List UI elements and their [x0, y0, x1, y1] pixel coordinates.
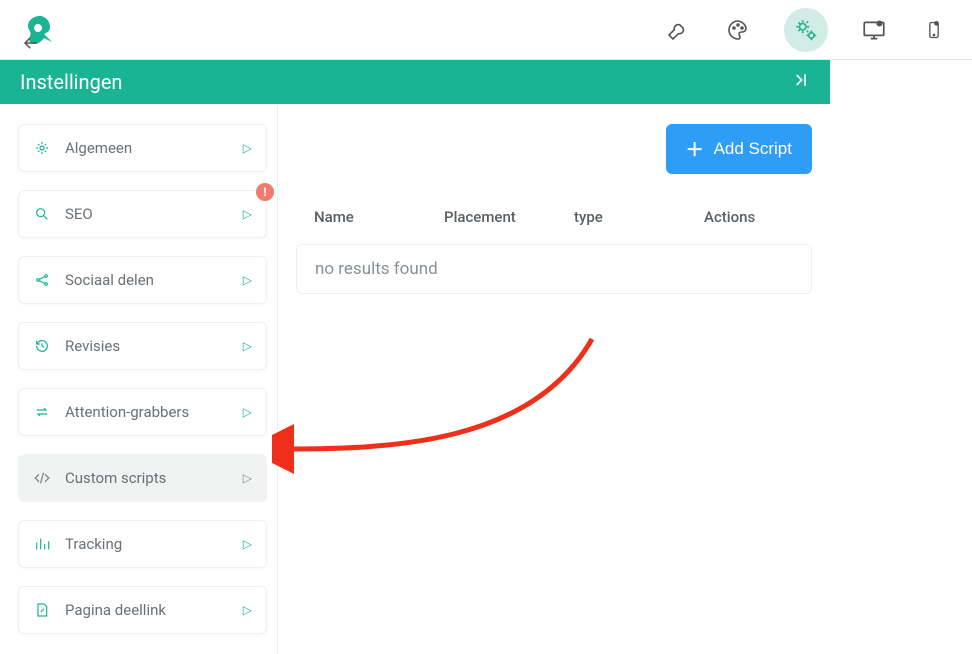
column-header-placement: Placement	[444, 208, 574, 226]
sidebar-item-general[interactable]: Algemeen ▷	[18, 124, 267, 172]
code-icon	[33, 469, 51, 487]
add-script-button[interactable]: ＋ Add Script	[666, 124, 812, 174]
chevron-right-icon: ▷	[243, 273, 252, 287]
topbar-left	[24, 14, 56, 46]
sidebar-item-revisions[interactable]: Revisies ▷	[18, 322, 267, 370]
search-icon	[33, 205, 51, 223]
settings-sidebar: Algemeen ▷ SEO ▷ ! Sociaal delen ▷ Revis…	[0, 104, 278, 654]
sidebar-item-custom-scripts[interactable]: Custom scripts ▷	[18, 454, 267, 502]
sidebar-item-seo[interactable]: SEO ▷ !	[18, 190, 267, 238]
main-panel: ＋ Add Script Name Placement type Actions…	[278, 104, 830, 654]
column-header-type: type	[574, 208, 704, 226]
wrench-icon[interactable]	[664, 16, 692, 44]
sidebar-item-label: Sociaal delen	[65, 271, 229, 289]
sidebar-item-label: Algemeen	[65, 139, 229, 157]
link-page-icon	[33, 601, 51, 619]
sidebar-item-label: Attention-grabbers	[65, 403, 229, 421]
sidebar-item-label: Pagina deellink	[65, 601, 229, 619]
chevron-right-icon: ▷	[243, 339, 252, 353]
sidebar-item-label: SEO	[65, 205, 229, 223]
column-header-actions: Actions	[704, 208, 794, 226]
sidebar-item-label: Custom scripts	[65, 469, 229, 487]
chevron-right-icon: ▷	[243, 141, 252, 155]
share-icon	[33, 271, 51, 289]
sidebar-item-label: Tracking	[65, 535, 229, 553]
topbar-right	[664, 8, 948, 52]
table-header-row: Name Placement type Actions	[296, 208, 812, 226]
chevron-right-icon: ▷	[243, 207, 252, 221]
chevron-right-icon: ▷	[243, 603, 252, 617]
add-script-label: Add Script	[714, 139, 792, 159]
topbar	[0, 0, 972, 60]
chevron-right-icon: ▷	[243, 471, 252, 485]
column-header-name: Name	[314, 208, 444, 226]
chevron-right-icon: ▷	[243, 537, 252, 551]
gear-icon	[33, 139, 51, 157]
empty-results-message: no results found	[296, 244, 812, 294]
action-row: ＋ Add Script	[296, 124, 812, 174]
back-arrow-icon	[22, 34, 40, 52]
sidebar-item-label: Revisies	[65, 337, 229, 355]
palette-icon[interactable]	[724, 16, 752, 44]
desktop-preview-icon[interactable]	[860, 16, 888, 44]
history-icon	[33, 337, 51, 355]
alert-badge-icon: !	[256, 183, 274, 201]
chevron-right-icon: ▷	[243, 405, 252, 419]
collapse-panel-icon[interactable]	[790, 70, 810, 94]
gears-icon[interactable]	[784, 8, 828, 52]
sidebar-item-tracking[interactable]: Tracking ▷	[18, 520, 267, 568]
sidebar-item-social-share[interactable]: Sociaal delen ▷	[18, 256, 267, 304]
swap-icon	[33, 403, 51, 421]
content-area: Algemeen ▷ SEO ▷ ! Sociaal delen ▷ Revis…	[0, 104, 830, 654]
plus-icon: ＋	[686, 136, 704, 162]
annotation-arrow	[272, 334, 612, 474]
sidebar-item-share-link[interactable]: Pagina deellink ▷	[18, 586, 267, 634]
page-title: Instellingen	[20, 70, 122, 94]
page-header: Instellingen	[0, 60, 830, 104]
mobile-preview-icon[interactable]	[920, 16, 948, 44]
logo-with-back[interactable]	[24, 14, 56, 46]
sidebar-item-attention-grabbers[interactable]: Attention-grabbers ▷	[18, 388, 267, 436]
chart-icon	[33, 535, 51, 553]
